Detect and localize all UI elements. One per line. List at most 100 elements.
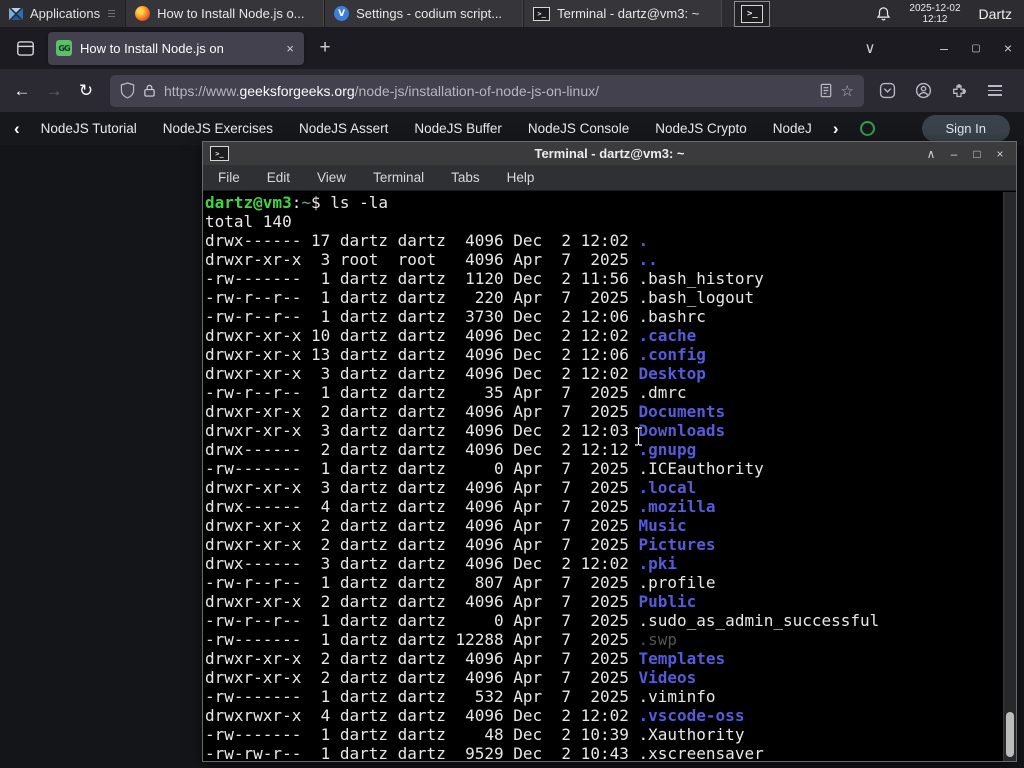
terminal-close-button[interactable]: × [993, 147, 1007, 161]
terminal-menu-tabs[interactable]: Tabs [451, 170, 480, 185]
menu-button[interactable] [980, 76, 1010, 106]
tab-close-icon[interactable]: × [284, 41, 296, 56]
gfg-nav-link[interactable]: NodeJS Buffer [414, 121, 502, 136]
terminal-scrollbar[interactable] [1003, 192, 1016, 761]
browser-toolbar: ← → ↻ https://www.geeksforgeeks.org/node… [0, 69, 1024, 112]
firefox-view-button[interactable] [10, 33, 40, 63]
ls-row: drwxr-xr-x 2 dartz dartz 4096 Apr 7 2025… [205, 592, 1002, 611]
ls-row-name: Downloads [638, 421, 726, 440]
scroll-right-icon[interactable]: › [833, 119, 839, 139]
ls-row-name: .cache [638, 326, 697, 345]
terminal-menu-edit[interactable]: Edit [267, 170, 290, 185]
ls-row-name: .local [638, 478, 697, 497]
ls-row-name: .bash_logout [638, 288, 755, 307]
browser-tab-active[interactable]: GG How to Install Node.js on × [48, 31, 304, 65]
terminal-shade-button[interactable]: ∧ [924, 147, 938, 161]
gfg-nav-link[interactable]: NodeJS Tutorial [41, 121, 137, 136]
bookmark-star-button[interactable]: ☆ [841, 82, 854, 100]
ls-row-meta: -rw-r--r-- 1 dartz dartz 0 Apr 7 2025 [205, 611, 639, 630]
ls-row-meta: -rw-rw-r-- 1 dartz dartz 9529 Dec 2 10:4… [205, 744, 639, 761]
new-tab-button[interactable]: + [310, 33, 340, 63]
scroll-left-icon[interactable]: ‹ [14, 119, 20, 139]
panel-window-title: Terminal - dartz@vm3: ~ [557, 6, 700, 21]
sign-in-button[interactable]: Sign In [921, 115, 1010, 142]
prompt-dollar: $ [310, 193, 331, 212]
ls-row-name: Videos [638, 668, 697, 687]
prompt-cwd: ~ [301, 193, 311, 212]
applications-label: Applications [30, 6, 101, 21]
panel-window-button-codium[interactable]: V Settings - codium script... [324, 0, 524, 27]
clock-time: 12:12 [922, 13, 948, 25]
list-all-tabs-button[interactable]: ∨ [854, 33, 886, 63]
notifications-button[interactable] [866, 6, 901, 22]
ls-row-meta: drwxr-xr-x 2 dartz dartz 4096 Apr 7 2025 [205, 649, 639, 668]
gfg-nav-links: NodeJS Tutorial NodeJS Exercises NodeJS As… [41, 121, 812, 136]
tray-terminal-launcher[interactable]: >_ [734, 0, 771, 27]
window-minimize-button[interactable]: – [928, 33, 960, 63]
ls-row-name: .config [638, 345, 706, 364]
browser-tab-bar: GG How to Install Node.js on × + ∨ – ▢ × [0, 27, 1024, 69]
gfg-nav-link[interactable]: NodeJS Console [528, 121, 629, 136]
terminal-minimize-button[interactable]: – [947, 147, 961, 161]
account-button[interactable] [908, 76, 938, 106]
applications-menu-button[interactable]: Applications [0, 0, 121, 27]
ls-row-name: .pki [638, 554, 678, 573]
terminal-menu-file[interactable]: File [218, 170, 240, 185]
ls-row-meta: drwxr-xr-x 3 dartz dartz 4096 Apr 7 2025 [205, 478, 639, 497]
panel-window-buttons: How to Install Node.js o... V Settings - c… [125, 0, 723, 27]
ls-row-meta: -rw------- 1 dartz dartz 0 Apr 7 2025 [205, 459, 639, 478]
ls-row: -rw-rw-r-- 1 dartz dartz 9529 Dec 2 10:4… [205, 744, 1002, 761]
reader-mode-button[interactable] [819, 83, 833, 98]
extensions-button[interactable] [944, 76, 974, 106]
tracking-shield-icon[interactable] [120, 82, 135, 99]
window-maximize-button[interactable]: ▢ [960, 33, 992, 63]
terminal-scrollbar-thumb[interactable] [1006, 712, 1014, 757]
gfg-nav-link[interactable]: NodeJS Exercises [163, 121, 273, 136]
firefox-icon [135, 6, 151, 21]
terminal-icon: >_ [533, 6, 551, 21]
prompt-line: dartz@vm3:~$ ls -la [205, 193, 1002, 212]
geeksforgeeks-favicon: GG [56, 40, 72, 56]
terminal-menu-help[interactable]: Help [507, 170, 535, 185]
ls-row: -rw-r--r-- 1 dartz dartz 3730 Dec 2 12:0… [205, 307, 1002, 326]
back-button[interactable]: ← [6, 75, 38, 107]
ls-row: -rw-r--r-- 1 dartz dartz 0 Apr 7 2025 .s… [205, 611, 1002, 630]
gfg-nav-link[interactable]: NodeJS DNS [773, 121, 812, 136]
terminal-title: Terminal - dartz@vm3: ~ [534, 146, 685, 161]
ls-row: drwxr-xr-x 10 dartz dartz 4096 Dec 2 12:… [205, 326, 1002, 345]
ls-row-meta: drwxrwxr-x 4 dartz dartz 4096 Dec 2 12:0… [205, 706, 639, 725]
reload-button[interactable]: ↻ [70, 75, 102, 107]
url-path: /node-js/installation-of-node-js-on-linu… [354, 82, 599, 99]
pocket-button[interactable] [872, 76, 902, 106]
search-icon[interactable] [859, 121, 875, 136]
ls-row-meta: -rw-r--r-- 1 dartz dartz 220 Apr 7 2025 [205, 288, 639, 307]
lock-icon[interactable] [143, 83, 156, 98]
panel-window-button-firefox[interactable]: How to Install Node.js o... [125, 0, 325, 27]
terminal-menu-view[interactable]: View [317, 170, 346, 185]
ls-row-name: Public [638, 592, 697, 611]
user-menu[interactable]: Dartz [969, 6, 1024, 22]
terminal-menu-terminal[interactable]: Terminal [373, 170, 424, 185]
ls-row-name: Templates [638, 649, 726, 668]
gfg-nav-link[interactable]: NodeJS Crypto [655, 121, 747, 136]
ls-row-meta: -rw-r--r-- 1 dartz dartz 807 Apr 7 2025 [205, 573, 639, 592]
terminal-titlebar[interactable]: Terminal - dartz@vm3: ~ >_ ∧ – □ × [203, 142, 1016, 165]
clock[interactable]: 2025-12-02 12:12 [901, 3, 968, 25]
ls-row: drwx------ 2 dartz dartz 4096 Dec 2 12:1… [205, 440, 1002, 459]
panel-window-button-terminal[interactable]: >_ Terminal - dartz@vm3: ~ [523, 0, 723, 27]
terminal-maximize-button[interactable]: □ [970, 147, 984, 161]
account-icon [915, 82, 931, 99]
ls-row-name: .. [638, 250, 658, 269]
ls-row: drwx------ 4 dartz dartz 4096 Apr 7 2025… [205, 497, 1002, 516]
ls-row-name: .swp [638, 630, 678, 649]
panel-window-title: Settings - codium script... [356, 6, 503, 21]
url-bar[interactable]: https://www.geeksforgeeks.org/node-js/in… [110, 74, 864, 107]
forward-button[interactable]: → [38, 75, 70, 107]
tab-title: How to Install Node.js on [80, 40, 224, 56]
gfg-nav-link[interactable]: NodeJS Assert [299, 121, 388, 136]
window-close-button[interactable]: × [992, 33, 1024, 63]
url-text[interactable]: https://www.geeksforgeeks.org/node-js/in… [164, 83, 811, 99]
ls-row-name: .gnupg [638, 440, 697, 459]
command-text: ls -la [330, 193, 389, 212]
terminal-output[interactable]: dartz@vm3:~$ ls -la total 140 drwx------… [205, 192, 1002, 761]
